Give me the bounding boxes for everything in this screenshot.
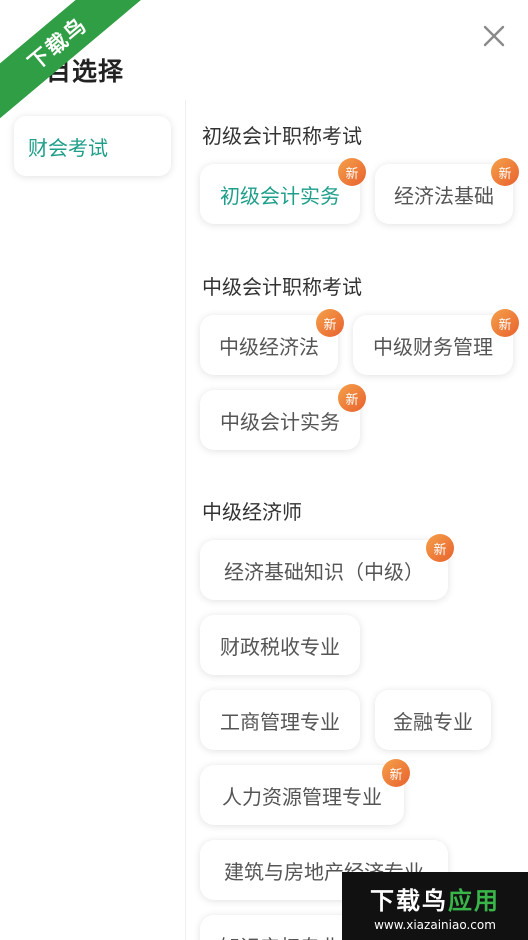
subject-chip[interactable]: 工商管理专业 <box>200 690 360 750</box>
subject-chip-label: 中级经济法 <box>219 334 319 359</box>
sidebar-item-label: 财会考试 <box>28 135 108 160</box>
watermark-brand-b: 应用 <box>448 886 500 915</box>
subject-chip[interactable]: 经济法基础 新 <box>375 158 519 224</box>
new-badge: 新 <box>338 384 366 412</box>
subject-chip-label: 中级财务管理 <box>373 334 493 359</box>
subject-chip[interactable]: 人力资源管理专业 新 <box>200 759 410 825</box>
subject-chip[interactable]: 财政税收专业 <box>200 615 360 675</box>
watermark-url: www.xiazainiao.com <box>374 917 496 932</box>
subject-chip[interactable]: 金融专业 <box>375 690 491 750</box>
section-title-junior-accounting: 初级会计职称考试 <box>202 124 362 148</box>
subject-chip-label: 初级会计实务 <box>220 183 340 208</box>
sidebar-item-finance-exam[interactable]: 财会考试 <box>14 116 171 176</box>
new-badge: 新 <box>426 534 454 562</box>
new-badge: 新 <box>491 158 519 186</box>
close-button[interactable] <box>478 20 510 52</box>
watermark-brand-a: 下载鸟 <box>370 886 448 915</box>
section-title-intermediate-accounting: 中级会计职称考试 <box>202 275 362 299</box>
subject-chip-label: 知识产权专业 <box>220 931 340 940</box>
section-title-intermediate-economist: 中级经济师 <box>202 500 302 524</box>
new-badge: 新 <box>382 759 410 787</box>
new-badge: 新 <box>316 309 344 337</box>
sidebar: 财会考试 <box>0 100 186 940</box>
subject-chip[interactable]: 中级会计实务 新 <box>200 384 366 450</box>
new-badge: 新 <box>338 158 366 186</box>
subject-chip-label: 中级会计实务 <box>220 409 340 434</box>
watermark-logo: 下载鸟应用 www.xiazainiao.com <box>342 872 528 940</box>
watermark-brand: 下载鸟应用 <box>370 881 500 916</box>
subject-chip[interactable]: 经济基础知识（中级） 新 <box>200 534 454 600</box>
subject-chip-label: 财政税收专业 <box>220 634 340 659</box>
subject-chip[interactable]: 知识产权专业 <box>200 915 360 940</box>
subject-chip-label: 金融专业 <box>393 709 473 734</box>
subject-chip[interactable]: 中级财务管理 新 <box>353 309 519 375</box>
subject-chip-label: 工商管理专业 <box>220 709 340 734</box>
close-icon <box>483 25 505 47</box>
subject-chip-label: 经济法基础 <box>394 183 494 208</box>
subject-chip-label: 经济基础知识（中级） <box>224 559 424 584</box>
subject-chip[interactable]: 初级会计实务 新 <box>200 158 366 224</box>
new-badge: 新 <box>491 309 519 337</box>
subject-chip[interactable]: 中级经济法 新 <box>200 309 344 375</box>
subject-chip-label: 人力资源管理专业 <box>222 784 382 809</box>
